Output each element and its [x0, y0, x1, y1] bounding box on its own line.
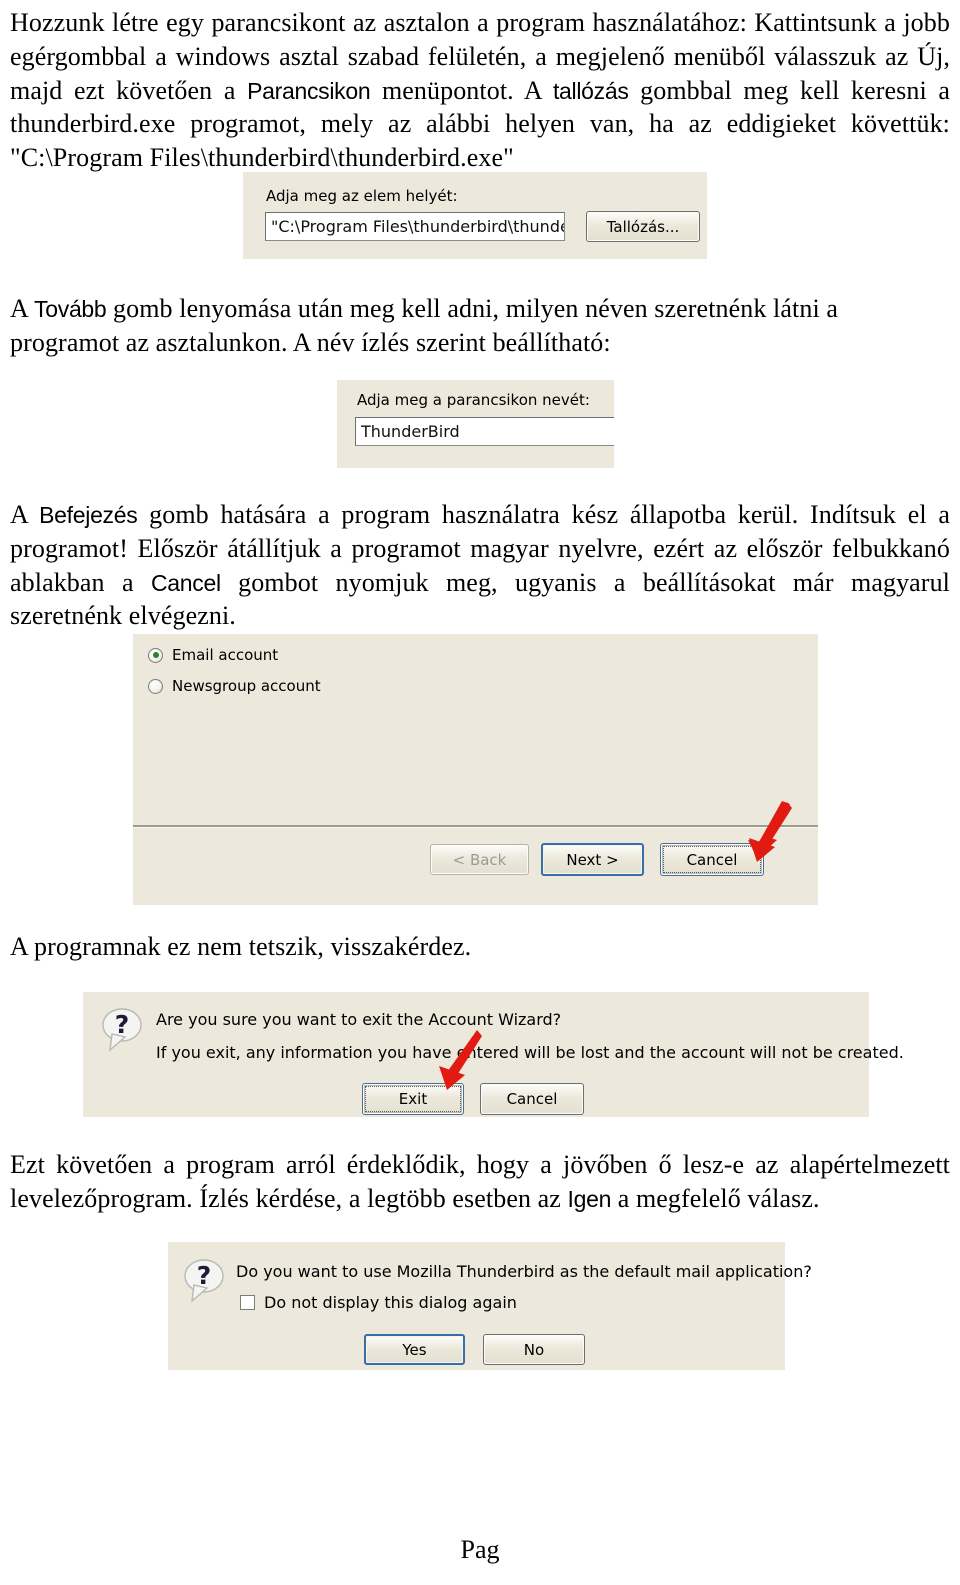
paragraph-intro: Hozzunk létre egy parancsikont az asztal…	[10, 6, 950, 175]
do-not-display-checkbox-label: Do not display this dialog again	[264, 1293, 517, 1312]
radio-selected-icon	[148, 647, 163, 663]
ui-term-tallozas: tallózás	[552, 77, 629, 104]
paragraph-after-wizard: A programnak ez nem tetszik, visszakérde…	[10, 932, 472, 961]
ui-term-parancsikon: Parancsikon	[247, 77, 371, 104]
shortcut-name-input[interactable]: ThunderBird	[355, 417, 614, 446]
location-path-input[interactable]: "C:\Program Files\thunderbird\thundert	[265, 212, 565, 241]
page-footer: Pag	[460, 1535, 500, 1564]
radio-unselected-icon	[148, 678, 163, 694]
paragraph-after-shortcut-name: A Befejezés gomb hatására a program hasz…	[10, 498, 950, 633]
exit-cancel-button[interactable]: Cancel	[480, 1083, 584, 1115]
paragraph-after-exit: Ezt követően a program arról érdeklődik,…	[10, 1148, 950, 1216]
radio-option-email-account[interactable]: Email account	[148, 647, 278, 664]
screenshot-default-mail-dialog: ? Do you want to use Mozilla Thunderbird…	[168, 1242, 812, 1370]
yes-button[interactable]: Yes	[364, 1334, 465, 1365]
default-mail-question: Do you want to use Mozilla Thunderbird a…	[236, 1262, 812, 1281]
radio-label-newsgroup-account: Newsgroup account	[172, 677, 321, 695]
after-first-part2: gomb lenyomása után meg kell adni, milye…	[10, 294, 839, 357]
next-button[interactable]: Next >	[541, 843, 644, 876]
cancel-button[interactable]: Cancel	[660, 843, 764, 876]
screenshot-shortcut-location: Adja meg az elem helyét: "C:\Program Fil…	[243, 172, 707, 259]
screenshot-exit-confirm: ? Are you sure you want to exit the Acco…	[83, 992, 904, 1117]
after-first-part1: A	[10, 294, 35, 323]
shortcut-name-label: Adja meg a parancsikon nevét:	[357, 391, 590, 409]
browse-button[interactable]: Tallózás...	[586, 211, 700, 242]
screenshot-shortcut-name: Adja meg a parancsikon nevét: ThunderBir…	[337, 380, 614, 468]
no-button[interactable]: No	[483, 1334, 585, 1365]
screenshot-account-wizard: Email account Newsgroup account < Back N…	[133, 634, 818, 905]
location-label: Adja meg az elem helyét:	[266, 187, 458, 205]
checkbox-unchecked-icon[interactable]	[240, 1295, 255, 1311]
svg-text:?: ?	[115, 1010, 130, 1039]
intro-text-part2: menüpontot. A	[370, 75, 553, 105]
wizard-separator-highlight	[133, 827, 818, 828]
after-exit-part2: a megfelelő válasz.	[611, 1183, 820, 1213]
after-second-part1: A	[10, 500, 40, 529]
exit-confirm-line2: If you exit, any information you have en…	[156, 1043, 904, 1062]
svg-text:?: ?	[197, 1261, 212, 1290]
radio-label-email-account: Email account	[172, 646, 279, 664]
question-icon: ?	[182, 1257, 228, 1303]
paragraph-after-location: A Tovább gomb lenyomása után meg kell ad…	[10, 292, 950, 360]
ui-term-cancel: Cancel	[150, 569, 221, 596]
ui-term-igen: Igen	[567, 1185, 612, 1212]
do-not-display-checkbox-row[interactable]: Do not display this dialog again	[240, 1294, 517, 1312]
ui-term-tovabb: Tovább	[34, 296, 107, 322]
ui-term-befejezes: Befejezés	[39, 502, 138, 528]
exit-confirm-line1: Are you sure you want to exit the Accoun…	[156, 1010, 562, 1029]
question-icon: ?	[100, 1006, 146, 1052]
document-page: Hozzunk létre egy parancsikont az asztal…	[0, 0, 960, 1585]
back-button[interactable]: < Back	[430, 844, 529, 875]
exit-button[interactable]: Exit	[362, 1083, 464, 1115]
radio-option-newsgroup-account[interactable]: Newsgroup account	[148, 678, 321, 695]
